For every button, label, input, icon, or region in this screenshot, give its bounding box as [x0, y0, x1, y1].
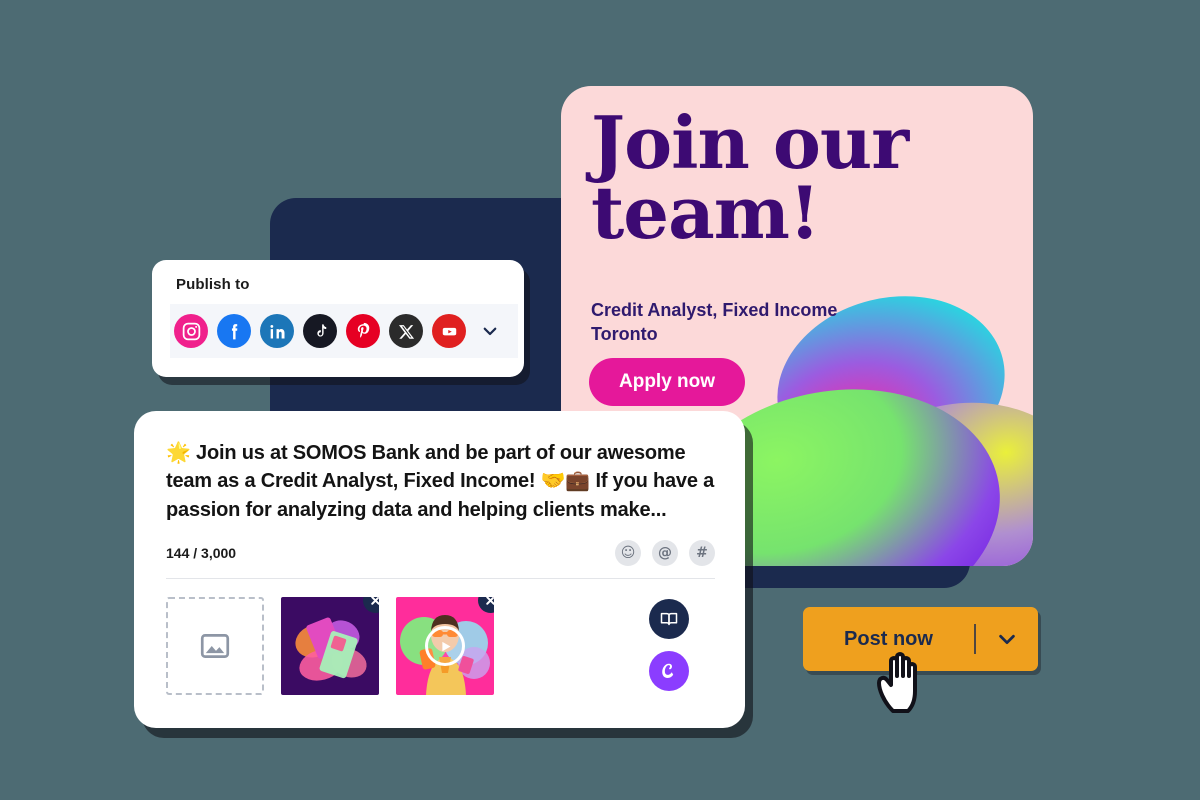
post-now-divider: [974, 624, 976, 654]
publish-to-label: Publish to: [176, 276, 250, 293]
post-composer-card: 🌟 Join us at SOMOS Bank and be part of o…: [134, 411, 745, 728]
job-details: Credit Analyst, Fixed Income Toronto: [591, 298, 921, 347]
publish-to-card: Publish to: [152, 260, 524, 377]
media-library-book-icon[interactable]: [649, 599, 689, 640]
add-media-placeholder[interactable]: [166, 597, 264, 696]
more-platforms-chevron-down-icon[interactable]: [481, 322, 499, 340]
facebook-icon[interactable]: [217, 314, 251, 348]
job-role: Credit Analyst, Fixed Income: [591, 300, 838, 320]
post-options-chevron-down-icon[interactable]: [976, 628, 1038, 650]
pinterest-icon[interactable]: [346, 314, 380, 348]
apply-now-button[interactable]: Apply now: [589, 358, 746, 406]
hashtag-icon[interactable]: #: [689, 540, 715, 567]
post-text[interactable]: 🌟 Join us at SOMOS Bank and be part of o…: [166, 439, 715, 524]
screenshot-stage: Join our team! Credit Analyst, Fixed Inc…: [0, 0, 1200, 800]
composer-meta-row: 144 / 3,000 ☺ @ #: [166, 540, 715, 580]
job-headline-line-2: team!: [591, 169, 821, 255]
post-now-label: Post now: [844, 627, 933, 650]
linkedin-icon[interactable]: [260, 314, 294, 348]
media-thumbnail-image[interactable]: [281, 597, 379, 696]
job-location: Toronto: [591, 324, 658, 345]
play-video-icon[interactable]: [425, 626, 465, 667]
media-attachments: [166, 597, 715, 696]
tiktok-icon[interactable]: [303, 314, 337, 348]
post-now-button[interactable]: Post now: [803, 607, 1038, 671]
emoji-icon[interactable]: ☺: [615, 540, 641, 567]
media-thumbnail-video[interactable]: [396, 597, 494, 696]
job-headline: Join our team!: [591, 100, 991, 255]
social-platform-list: [170, 304, 518, 358]
composer-side-actions: [649, 599, 689, 692]
mention-icon[interactable]: @: [652, 540, 678, 567]
x-twitter-icon[interactable]: [389, 314, 423, 348]
composer-tool-icons: ☺ @ #: [615, 540, 715, 567]
canva-icon[interactable]: [649, 651, 689, 692]
job-headline-line-1: Join our: [591, 100, 909, 185]
instagram-icon[interactable]: [174, 314, 208, 348]
youtube-icon[interactable]: [432, 314, 466, 348]
character-counter: 144 / 3,000: [166, 545, 237, 562]
